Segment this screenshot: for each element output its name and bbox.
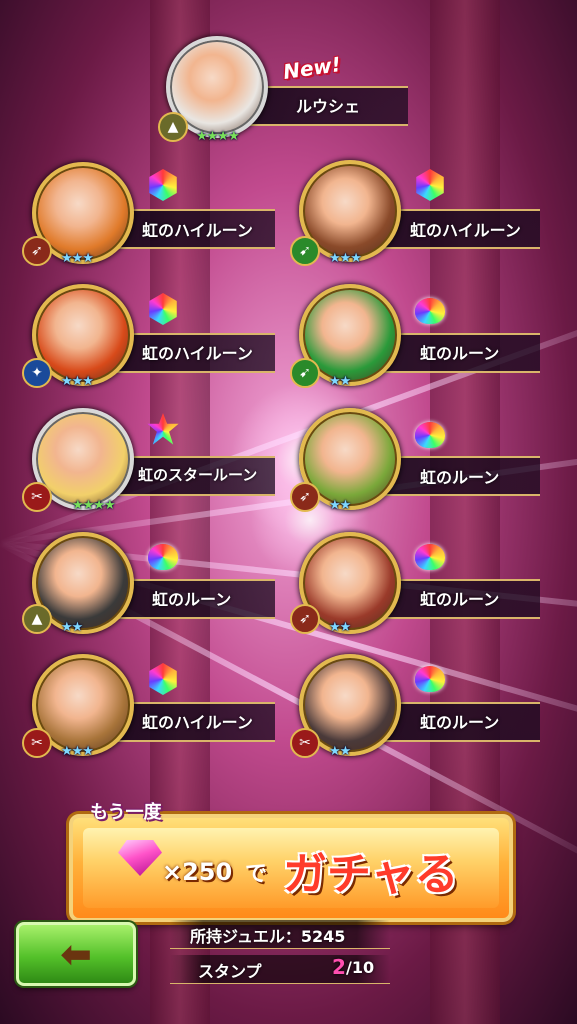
fire-attribute-icon: ✂ (290, 728, 320, 758)
again-label: もう一度 (90, 802, 162, 823)
rarity-stars: ★★ (329, 620, 351, 635)
result-label: 虹のハイルーン (410, 221, 521, 240)
rarity-stars: ★★ (61, 620, 83, 635)
earth-attribute-icon: ▲ (158, 112, 188, 142)
rarity-stars: ★★★★ (72, 498, 116, 513)
result-label: 虹のルーン (420, 713, 500, 732)
rainbow-high-rune-icon (146, 168, 180, 202)
result-label: 虹のハイルーン (142, 344, 253, 363)
bow-attribute-icon: ➶ (290, 482, 320, 512)
rarity-stars: ★★★ (61, 744, 94, 759)
stamp-total: /10 (346, 958, 375, 977)
rainbow-high-rune-icon (413, 168, 447, 202)
rainbow-high-rune-icon (146, 292, 180, 326)
result-label: 虹のハイルーン (142, 221, 253, 240)
rainbow-rune-icon (413, 294, 447, 328)
rainbow-rune-icon (146, 540, 180, 574)
fire-attribute-icon: ✂ (22, 482, 52, 512)
gacha-de: で (245, 862, 268, 887)
wind-attribute-icon: ➹ (290, 236, 320, 266)
rarity-stars: ★★★ (61, 374, 94, 389)
bow-attribute-icon: ➶ (290, 604, 320, 634)
rarity-stars: ★★★ (329, 251, 362, 266)
wind-attribute-icon: ➹ (290, 358, 320, 388)
result-label: 虹のルーン (420, 344, 500, 363)
result-label: 虹のハイルーン (142, 713, 253, 732)
water-attribute-icon: ✦ (22, 358, 52, 388)
result-label: 虹のスタールーン (138, 466, 258, 484)
earth-attribute-icon: ▲ (22, 604, 52, 634)
fire-attribute-icon: ✂ (22, 728, 52, 758)
stamp-label: スタンプ (198, 962, 262, 981)
rainbow-rune-icon (413, 418, 447, 452)
rainbow-star-rune-icon (146, 413, 180, 448)
jewel-count: 所持ジュエル：5245 (190, 927, 346, 946)
rarity-stars: ★★★ (61, 251, 94, 266)
bow-attribute-icon: ➶ (22, 236, 52, 266)
stamp-current: 2 (332, 955, 346, 979)
rarity-stars: ★★ (329, 374, 351, 389)
rainbow-high-rune-icon (146, 662, 180, 696)
result-label: 虹のルーン (152, 590, 232, 609)
rainbow-rune-icon (413, 540, 447, 574)
rarity-stars: ★★★★ (196, 129, 240, 144)
result-label: 虹のルーン (420, 590, 500, 609)
new-badge: New! (281, 52, 343, 84)
rainbow-rune-icon (413, 662, 447, 696)
result-label: ルウシェ (296, 97, 361, 116)
gacha-action-label: ガチャる (283, 849, 459, 900)
rarity-stars: ★★ (329, 744, 351, 759)
back-arrow-icon: ⬅ (60, 932, 92, 976)
back-button[interactable]: ⬅ (16, 922, 136, 986)
rarity-stars: ★★ (329, 498, 351, 513)
gacha-cost: ×250 (162, 858, 233, 886)
result-label: 虹のルーン (420, 468, 500, 487)
